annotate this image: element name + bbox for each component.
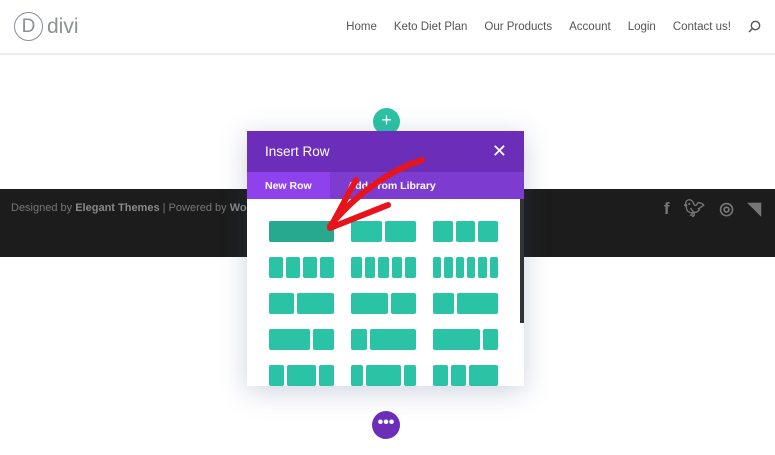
- modal-header: Insert Row ✕: [247, 131, 524, 172]
- row-layout-option[interactable]: [433, 257, 498, 278]
- row-layout-option[interactable]: [433, 329, 498, 350]
- column-block: [385, 221, 416, 242]
- nav-home[interactable]: Home: [346, 21, 377, 33]
- column-block: [391, 257, 403, 278]
- column-block: [444, 257, 453, 278]
- column-block: [269, 365, 284, 386]
- column-block: [351, 329, 367, 350]
- search-icon[interactable]: [748, 20, 761, 33]
- nav-our-products[interactable]: Our Products: [484, 21, 552, 33]
- scrollbar[interactable]: [520, 199, 524, 323]
- modal-tabs: New Row Add From Library: [247, 172, 524, 199]
- row-layout-option[interactable]: [269, 293, 334, 314]
- column-block: [455, 221, 476, 242]
- column-block: [433, 329, 480, 350]
- row-layout-option[interactable]: [351, 329, 416, 350]
- tab-new-row[interactable]: New Row: [247, 172, 330, 199]
- column-block: [351, 365, 363, 386]
- column-block: [269, 221, 334, 242]
- column-block: [269, 329, 311, 350]
- column-block: [286, 257, 300, 278]
- elegant-themes-link[interactable]: Elegant Themes: [75, 202, 159, 214]
- row-layout-option[interactable]: [269, 257, 334, 278]
- column-block: [378, 257, 389, 278]
- more-options-button[interactable]: •••: [372, 411, 400, 439]
- row-layout-option[interactable]: [351, 257, 416, 278]
- close-icon[interactable]: ✕: [492, 141, 507, 162]
- column-block: [296, 293, 334, 314]
- nav-contact[interactable]: Contact us!: [673, 21, 731, 33]
- insert-row-modal: Insert Row ✕ New Row Add From Library: [247, 131, 524, 386]
- site-header: D divi Home Keto Diet Plan Our Products …: [0, 0, 775, 55]
- nav-keto-diet-plan[interactable]: Keto Diet Plan: [394, 21, 468, 33]
- instagram-icon[interactable]: ◎: [719, 199, 734, 219]
- row-layout-option[interactable]: [351, 365, 416, 386]
- layout-grid: [269, 221, 499, 386]
- column-block: [351, 257, 362, 278]
- logo-mark: D: [14, 12, 43, 41]
- row-layout-option[interactable]: [351, 221, 416, 242]
- row-layout-option[interactable]: [433, 293, 498, 314]
- column-block: [320, 257, 334, 278]
- column-block: [466, 257, 476, 278]
- column-block: [433, 293, 454, 314]
- column-block: [286, 365, 317, 386]
- column-block: [369, 329, 416, 350]
- column-block: [433, 257, 442, 278]
- column-block: [405, 257, 416, 278]
- facebook-icon[interactable]: f: [664, 199, 670, 219]
- row-layout-option[interactable]: [351, 293, 416, 314]
- column-block: [478, 221, 499, 242]
- column-block: [450, 365, 466, 386]
- row-layout-option[interactable]: [269, 329, 334, 350]
- column-block: [455, 257, 464, 278]
- modal-body: [247, 199, 524, 386]
- column-block: [433, 365, 448, 386]
- modal-title: Insert Row: [265, 144, 330, 159]
- twitter-icon[interactable]: 🐦︎: [683, 199, 705, 219]
- column-block: [364, 257, 376, 278]
- column-block: [456, 293, 498, 314]
- credit-text: | Powered by: [162, 202, 227, 214]
- column-block: [404, 365, 416, 386]
- column-block: [351, 221, 382, 242]
- column-block: [269, 293, 294, 314]
- main-nav: Home Keto Diet Plan Our Products Account…: [346, 20, 761, 33]
- column-block: [468, 365, 498, 386]
- column-block: [391, 293, 416, 314]
- column-block: [478, 257, 487, 278]
- credit-text: Designed by: [11, 202, 73, 214]
- column-block: [313, 329, 334, 350]
- column-block: [351, 293, 389, 314]
- column-block: [269, 257, 283, 278]
- logo-text: divi: [47, 14, 79, 38]
- column-block: [303, 257, 317, 278]
- nav-login[interactable]: Login: [628, 21, 656, 33]
- column-block: [433, 221, 453, 242]
- column-block: [319, 365, 334, 386]
- row-layout-option[interactable]: [269, 365, 334, 386]
- row-layout-option[interactable]: [433, 221, 499, 242]
- nav-account[interactable]: Account: [569, 21, 611, 33]
- row-layout-option[interactable]: [433, 365, 498, 386]
- rss-icon[interactable]: ◥: [748, 199, 761, 219]
- column-block: [489, 257, 498, 278]
- social-icons: f 🐦︎ ◎ ◥: [664, 199, 761, 219]
- row-layout-option[interactable]: [269, 221, 334, 242]
- tab-add-from-library[interactable]: Add From Library: [330, 172, 454, 199]
- divi-logo[interactable]: D divi: [14, 12, 79, 41]
- column-block: [482, 329, 498, 350]
- column-block: [365, 365, 402, 386]
